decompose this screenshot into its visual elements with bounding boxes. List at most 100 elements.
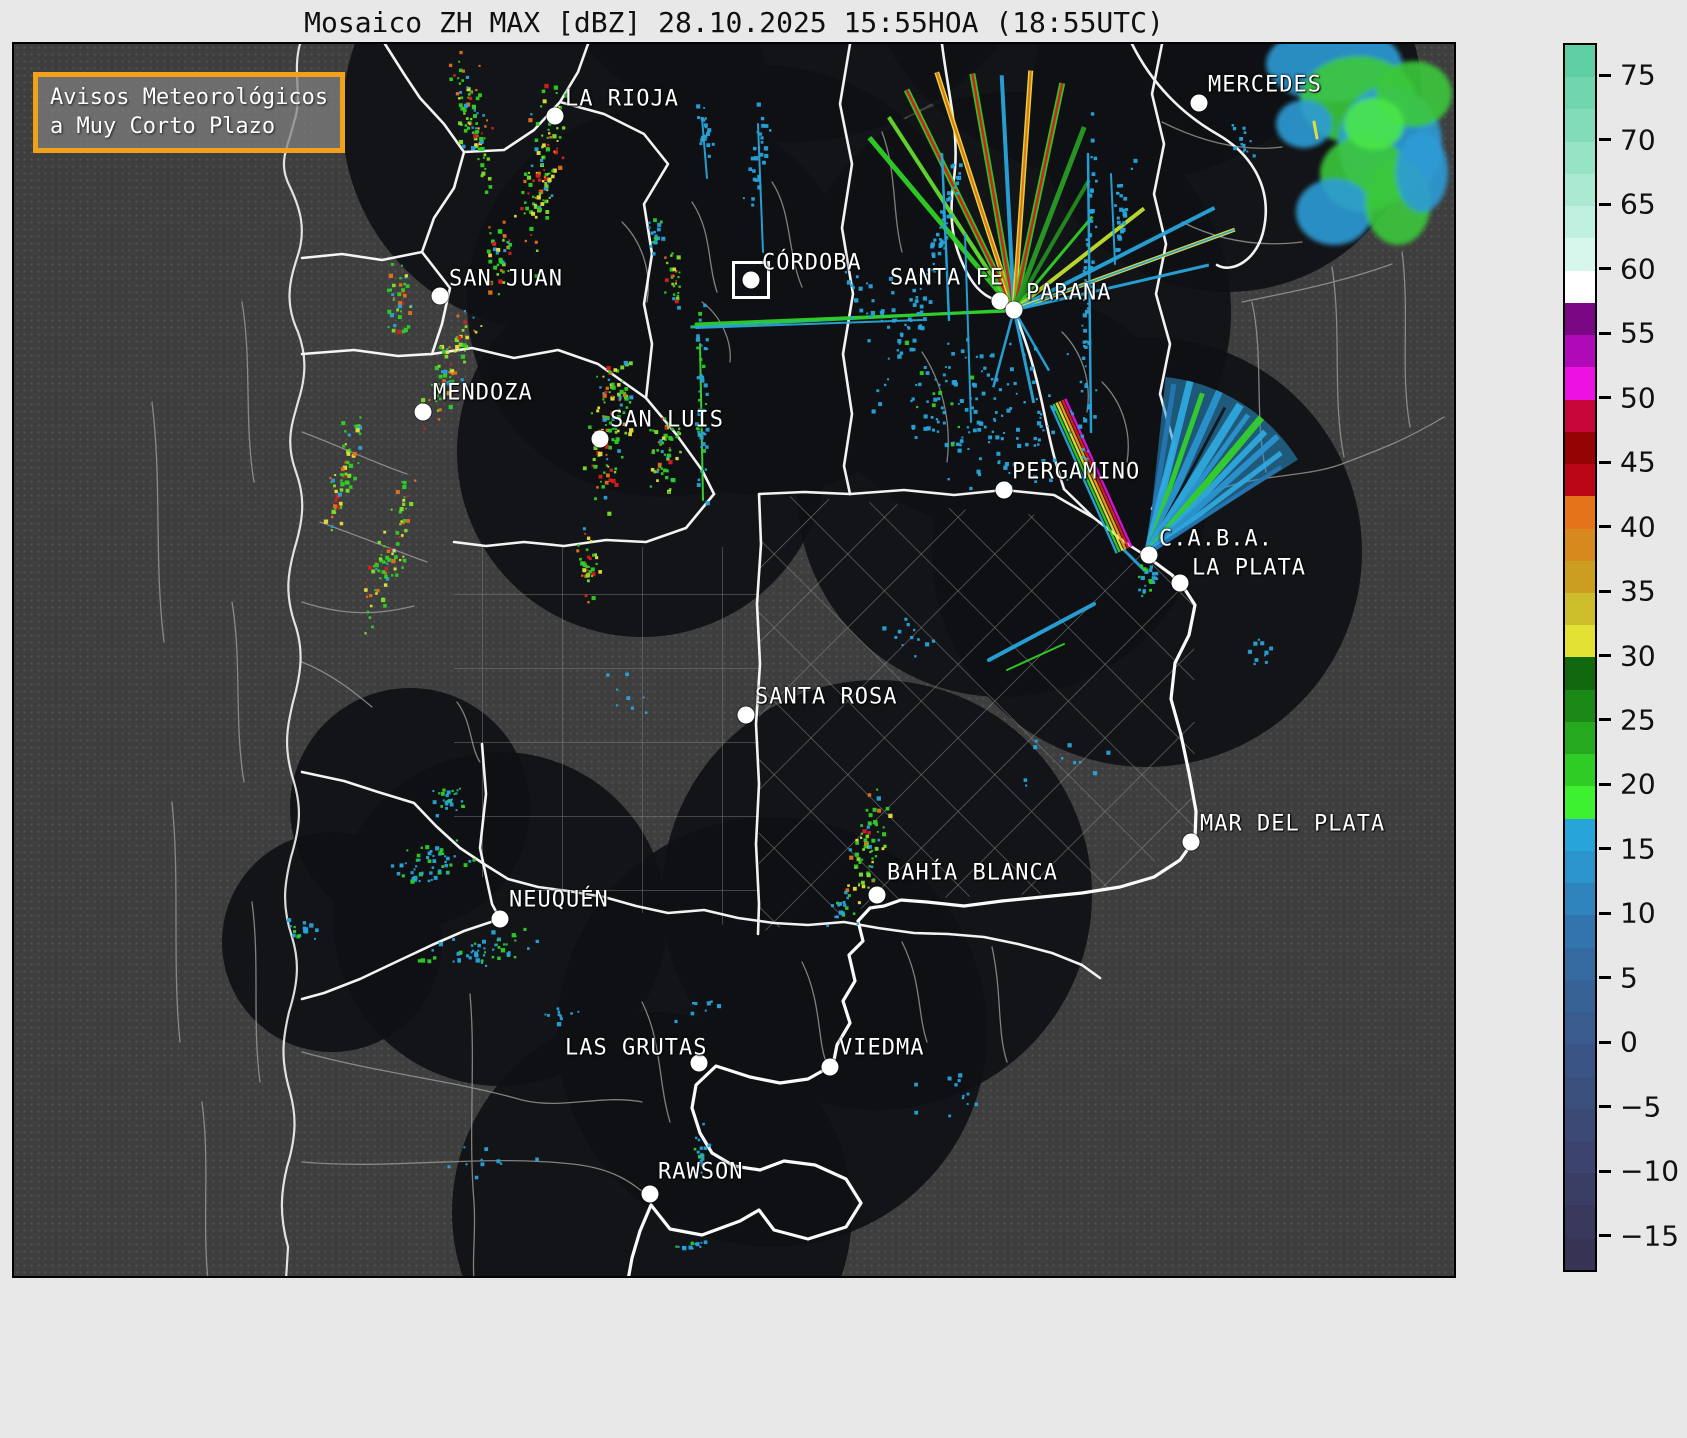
colorbar-tick-label: −10 xyxy=(1620,1154,1680,1188)
colorbar-band xyxy=(1565,915,1595,948)
city-label: PARANA xyxy=(1026,280,1112,306)
radar-echoes xyxy=(287,44,1452,1251)
colorbar-tick xyxy=(1599,589,1611,593)
colorbar-band xyxy=(1565,238,1595,271)
city-label: PERGAMINO xyxy=(1012,459,1141,485)
city-label: SANTA FE xyxy=(890,265,1004,291)
colorbar-band xyxy=(1565,1140,1595,1174)
city-dot xyxy=(821,1058,839,1076)
city-label: SANTA ROSA xyxy=(755,684,898,710)
city-dot xyxy=(991,292,1009,310)
colorbar-band xyxy=(1565,818,1595,851)
colorbar-tick-label: 45 xyxy=(1620,445,1656,479)
city-dot xyxy=(737,706,755,724)
colorbar-band xyxy=(1565,431,1595,465)
warnings-annotation-box[interactable]: Avisos Meteorológicos a Muy Corto Plazo xyxy=(33,72,346,154)
city-dot xyxy=(868,886,886,904)
colorbar-tick xyxy=(1599,782,1611,786)
city-marker-box xyxy=(732,261,770,299)
city-label: CÓRDOBA xyxy=(762,250,862,276)
colorbar-tick-label: 70 xyxy=(1620,123,1656,157)
footer-logos: Servicio Meteorológico Nacional Argentin… xyxy=(0,1278,1687,1438)
dbz-colorbar xyxy=(1563,43,1597,1272)
colorbar-tick-label: 40 xyxy=(1620,510,1656,544)
colorbar-band xyxy=(1565,399,1595,432)
colorbar-band xyxy=(1565,77,1595,110)
colorbar-tick-label: 55 xyxy=(1620,316,1656,350)
colorbar-band xyxy=(1565,1044,1595,1077)
colorbar-tick xyxy=(1599,911,1611,915)
coastline xyxy=(627,556,1198,1276)
city-label: BAHÍA BLANCA xyxy=(887,860,1058,886)
city-label: MAR DEL PLATA xyxy=(1200,811,1386,837)
colorbar-band xyxy=(1565,270,1595,303)
annotation-line: a Muy Corto Plazo xyxy=(50,113,276,139)
colorbar-tick-label: 60 xyxy=(1620,252,1656,286)
city-label: SAN LUIS xyxy=(610,407,724,433)
colorbar-band xyxy=(1565,1173,1595,1206)
colorbar-band xyxy=(1565,721,1595,755)
province-borders xyxy=(280,44,1267,1276)
city-dot xyxy=(742,271,760,289)
colorbar-tick-label: 15 xyxy=(1620,832,1656,866)
colorbar-band xyxy=(1565,657,1595,690)
city-dot xyxy=(995,481,1013,499)
colorbar-tick-label: −15 xyxy=(1620,1219,1680,1253)
colorbar-band xyxy=(1565,592,1595,626)
city-dot xyxy=(1182,833,1200,851)
colorbar-tick xyxy=(1599,1040,1611,1044)
colorbar-band xyxy=(1565,1205,1595,1238)
colorbar-tick-label: 25 xyxy=(1620,703,1656,737)
colorbar-band xyxy=(1565,141,1595,174)
department-grid-lapampa xyxy=(454,547,759,930)
colorbar-tick xyxy=(1599,976,1611,980)
colorbar-tick-label: 35 xyxy=(1620,574,1656,608)
colorbar-tick-label: −5 xyxy=(1620,1090,1662,1124)
colorbar-band xyxy=(1565,367,1595,400)
colorbar-tick xyxy=(1599,525,1611,529)
city-label: LAS GRUTAS xyxy=(565,1035,708,1061)
radar-map: LA RIOJA MERCEDES SAN JUAN CÓRDOBA SANTA FE P… xyxy=(12,42,1456,1278)
city-dot xyxy=(1171,574,1189,592)
city-label: VIEDMA xyxy=(839,1035,925,1061)
colorbar-band xyxy=(1565,850,1595,884)
colorbar-band xyxy=(1565,560,1595,593)
department-borders xyxy=(151,121,1445,1276)
colorbar-band xyxy=(1565,754,1595,787)
city-label: SAN JUAN xyxy=(449,266,563,292)
colorbar-tick xyxy=(1599,396,1611,400)
colorbar-tick-label: 75 xyxy=(1620,58,1656,92)
city-dot xyxy=(431,287,449,305)
city-marker-layer: LA RIOJA MERCEDES SAN JUAN CÓRDOBA SANTA FE P… xyxy=(2,2,1687,1322)
colorbar-band xyxy=(1565,464,1595,497)
city-label: C.A.B.A. xyxy=(1159,526,1273,552)
colorbar-band xyxy=(1565,335,1595,368)
colorbar-band xyxy=(1565,1108,1595,1141)
colorbar-tick-label: 50 xyxy=(1620,381,1656,415)
colorbar-tick-label: 0 xyxy=(1620,1025,1638,1059)
colorbar-tick xyxy=(1599,138,1611,142)
colorbar-tick xyxy=(1599,1169,1611,1173)
city-dot xyxy=(546,107,564,125)
colorbar-band xyxy=(1565,1012,1595,1045)
colorbar-tick xyxy=(1599,1105,1611,1109)
colorbar-band xyxy=(1565,496,1595,529)
annotation-line: Avisos Meteorológicos xyxy=(50,85,329,110)
colorbar-tick-label: 20 xyxy=(1620,767,1656,801)
city-dot xyxy=(414,403,432,421)
radar-coverage-circles xyxy=(222,44,1422,1276)
colorbar-band xyxy=(1565,947,1595,980)
colorbar-tick xyxy=(1599,718,1611,722)
colorbar-band xyxy=(1565,689,1595,722)
colorbar-band xyxy=(1565,1237,1595,1270)
radar-map-graphic xyxy=(151,44,1452,1276)
city-dot xyxy=(1005,301,1023,319)
colorbar-tick xyxy=(1599,654,1611,657)
city-dot xyxy=(1190,94,1208,112)
city-dot xyxy=(641,1185,659,1203)
colorbar-tick xyxy=(1599,460,1611,464)
colorbar-band xyxy=(1565,206,1595,239)
city-dot xyxy=(1140,546,1158,564)
colorbar-tick xyxy=(1599,267,1611,271)
city-dot xyxy=(491,910,509,928)
